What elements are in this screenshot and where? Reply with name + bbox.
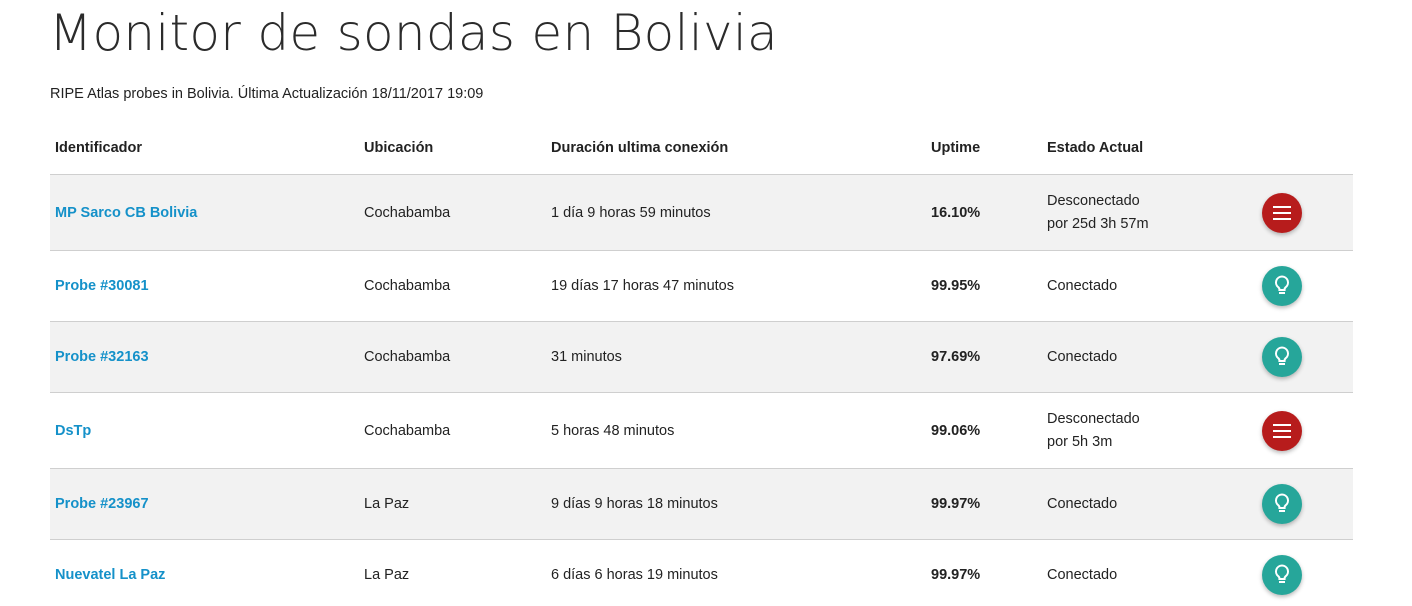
- probe-duration: 19 días 17 horas 47 minutos: [546, 250, 926, 322]
- column-header-uptime: Uptime: [926, 122, 1042, 175]
- column-header-location: Ubicación: [359, 122, 546, 175]
- probe-uptime: 16.10%: [926, 174, 1042, 251]
- probe-id-cell: Probe #30081: [50, 250, 359, 322]
- probe-duration: 9 días 9 horas 18 minutos: [546, 468, 926, 540]
- probe-location: Cochabamba: [359, 174, 546, 251]
- probe-duration: 1 día 9 horas 59 minutos: [546, 174, 926, 251]
- table-row: DsTp Cochabamba 5 horas 48 minutos 99.06…: [50, 392, 1353, 469]
- probe-action-cell: [1257, 321, 1353, 393]
- probe-link[interactable]: Probe #30081: [55, 278, 149, 294]
- probe-uptime: 99.95%: [926, 250, 1042, 322]
- probe-action-button[interactable]: [1262, 192, 1302, 233]
- probe-action-button[interactable]: [1262, 337, 1302, 377]
- table-row: Probe #23967 La Paz 9 días 9 horas 18 mi…: [50, 468, 1353, 540]
- column-header-status: Estado Actual: [1042, 122, 1257, 175]
- probe-duration: 31 minutos: [546, 321, 926, 393]
- table-row: Nuevatel La Paz La Paz 6 días 6 horas 19…: [50, 539, 1353, 606]
- probe-location: La Paz: [359, 539, 546, 606]
- probe-location: Cochabamba: [359, 250, 546, 322]
- lightbulb-icon: [1275, 564, 1289, 583]
- probe-location: La Paz: [359, 468, 546, 540]
- probe-action-button[interactable]: [1262, 484, 1302, 524]
- table-header-row: Identificador Ubicación Duración ultima …: [50, 122, 1353, 175]
- column-header-id: Identificador: [50, 122, 359, 175]
- probe-action-button[interactable]: [1262, 266, 1302, 306]
- probe-link[interactable]: MP Sarco CB Bolivia: [55, 205, 197, 221]
- probe-action-button[interactable]: [1262, 555, 1302, 595]
- probe-uptime: 99.97%: [926, 539, 1042, 606]
- probe-action-cell: [1257, 174, 1353, 251]
- page-subtitle: RIPE Atlas probes in Bolivia. Última Act…: [50, 86, 484, 102]
- status-text: Desconectado: [1047, 192, 1140, 209]
- table-row: Probe #32163 Cochabamba 31 minutos 97.69…: [50, 321, 1353, 393]
- probe-action-cell: [1257, 392, 1353, 469]
- lightbulb-icon: [1275, 346, 1289, 365]
- probes-table: Identificador Ubicación Duración ultima …: [50, 122, 1353, 606]
- probe-id-cell: MP Sarco CB Bolivia: [50, 174, 359, 251]
- probe-status: Conectado: [1042, 539, 1257, 606]
- column-header-duration: Duración ultima conexión: [546, 122, 926, 175]
- probe-uptime: 97.69%: [926, 321, 1042, 393]
- column-header-actions: [1257, 122, 1353, 175]
- probe-link[interactable]: Probe #32163: [55, 349, 149, 365]
- lightbulb-icon: [1275, 275, 1289, 294]
- probe-id-cell: Nuevatel La Paz: [50, 539, 359, 606]
- probe-action-cell: [1257, 250, 1353, 322]
- probe-link[interactable]: Nuevatel La Paz: [55, 567, 165, 583]
- probe-uptime: 99.06%: [926, 392, 1042, 469]
- probe-duration: 6 días 6 horas 19 minutos: [546, 539, 926, 606]
- probe-location: Cochabamba: [359, 321, 546, 393]
- probe-action-cell: [1257, 539, 1353, 606]
- probe-status: Conectado: [1042, 321, 1257, 393]
- probe-status: Desconectado por 25d 3h 57m: [1042, 174, 1257, 251]
- probe-uptime: 99.97%: [926, 468, 1042, 540]
- probe-status: Conectado: [1042, 250, 1257, 322]
- lightbulb-icon: [1275, 493, 1289, 512]
- status-duration: por 5h 3m: [1047, 433, 1113, 450]
- page: Monitor de sondas en Bolivia RIPE Atlas …: [0, 0, 1412, 606]
- probe-status: Desconectado por 5h 3m: [1042, 392, 1257, 469]
- table-row: MP Sarco CB Bolivia Cochabamba 1 día 9 h…: [50, 174, 1353, 251]
- status-text: Desconectado: [1047, 410, 1140, 427]
- probe-location: Cochabamba: [359, 392, 546, 469]
- probe-id-cell: Probe #32163: [50, 321, 359, 393]
- menu-icon: [1273, 423, 1291, 438]
- status-duration: por 25d 3h 57m: [1047, 215, 1149, 232]
- probe-id-cell: DsTp: [50, 392, 359, 469]
- probe-link[interactable]: Probe #23967: [55, 496, 149, 512]
- probe-status: Conectado: [1042, 468, 1257, 540]
- probe-id-cell: Probe #23967: [50, 468, 359, 540]
- menu-icon: [1273, 205, 1291, 220]
- probe-link[interactable]: DsTp: [55, 423, 91, 439]
- table-row: Probe #30081 Cochabamba 19 días 17 horas…: [50, 250, 1353, 322]
- page-title: Monitor de sondas en Bolivia: [49, 4, 778, 62]
- probe-action-cell: [1257, 468, 1353, 540]
- probe-action-button[interactable]: [1262, 410, 1302, 451]
- probe-duration: 5 horas 48 minutos: [546, 392, 926, 469]
